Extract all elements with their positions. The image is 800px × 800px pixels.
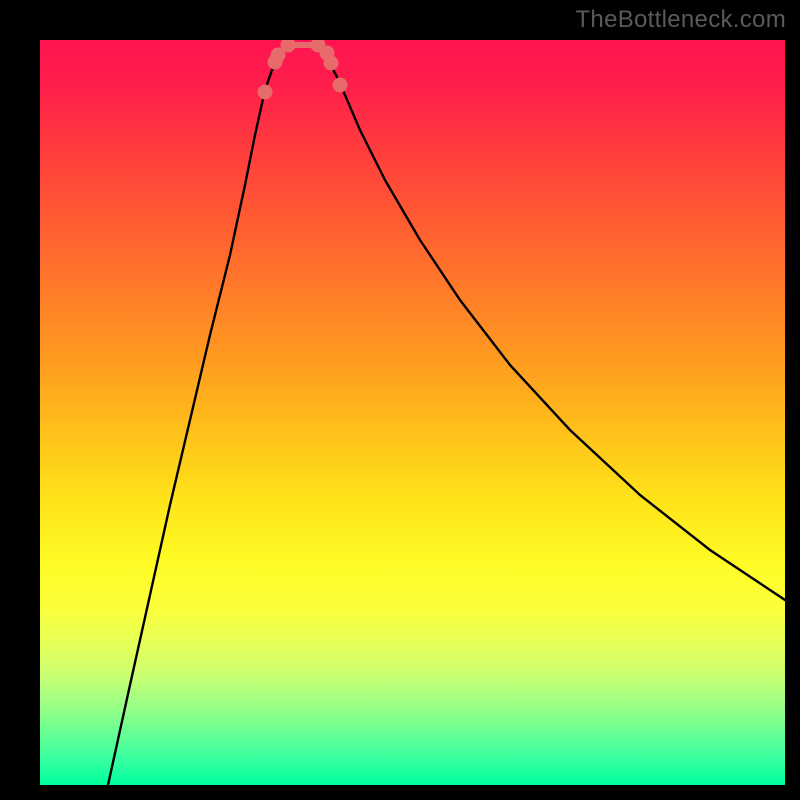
chart-frame: TheBottleneck.com (0, 0, 800, 800)
curve-layer (40, 40, 785, 785)
marker-dot (324, 56, 339, 71)
bottleneck-curve-right (318, 45, 785, 600)
marker-dot (333, 78, 348, 93)
plot-area (40, 40, 785, 785)
marker-dot (258, 85, 273, 100)
bottleneck-curve-left (108, 45, 288, 785)
watermark-text: TheBottleneck.com (575, 6, 786, 34)
